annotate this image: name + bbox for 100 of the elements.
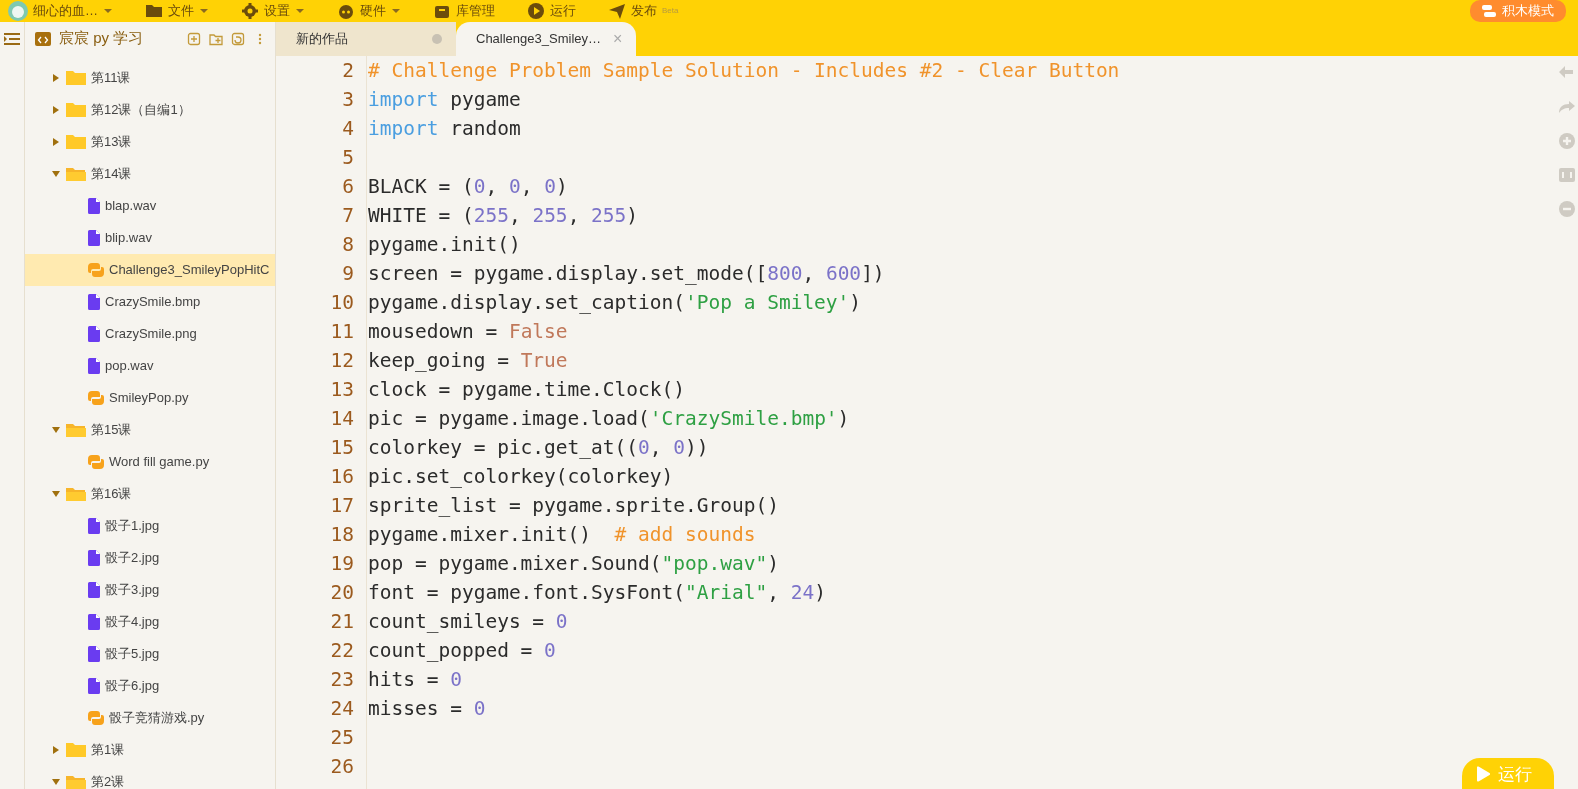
tree-item[interactable]: 第14课 bbox=[25, 157, 275, 190]
code-window-icon bbox=[35, 31, 51, 46]
line-number: 21 bbox=[329, 608, 354, 635]
refresh-icon[interactable] bbox=[231, 31, 245, 46]
menu-item[interactable]: 文件 bbox=[141, 0, 213, 21]
tree-item[interactable]: 骰子1.jpg bbox=[25, 509, 275, 542]
code-line: pygame.mixer.init() # add sounds bbox=[367, 521, 757, 548]
code-line: import random bbox=[367, 115, 522, 142]
file-icon bbox=[88, 549, 100, 566]
tree-item[interactable]: CrazySmile.png bbox=[25, 317, 275, 350]
tree-item[interactable]: pop.wav bbox=[25, 349, 275, 382]
menu-item[interactable]: 硬件 bbox=[333, 0, 405, 21]
code-line: font = pygame.font.SysFont("Arial", 24) bbox=[367, 579, 827, 606]
folder-icon bbox=[66, 101, 86, 118]
tree-item[interactable]: 第16课 bbox=[25, 477, 275, 510]
tree-item[interactable]: 骰子3.jpg bbox=[25, 573, 275, 606]
user-menu[interactable]: 细心的血… bbox=[4, 0, 117, 21]
line-number: 7 bbox=[341, 202, 354, 229]
tree-item[interactable]: 第12课（自编1） bbox=[25, 93, 275, 126]
tree-item[interactable]: 第1课 bbox=[25, 733, 275, 766]
tree-item[interactable]: 第11课 bbox=[25, 61, 275, 94]
code-line: pop = pygame.mixer.Sound("pop.wav") bbox=[367, 550, 780, 577]
code-line: colorkey = pic.get_at((0, 0)) bbox=[367, 434, 710, 461]
folder-icon bbox=[66, 133, 86, 150]
line-number: 5 bbox=[341, 144, 354, 171]
code-line: pic = pygame.image.load('CrazySmile.bmp') bbox=[367, 405, 851, 432]
code-line: BLACK = (0, 0, 0) bbox=[367, 173, 569, 200]
file-icon bbox=[88, 517, 100, 534]
tree-item[interactable]: blip.wav bbox=[25, 221, 275, 254]
tree-item[interactable]: 骰子6.jpg bbox=[25, 669, 275, 702]
code-line: sprite_list = pygame.sprite.Group() bbox=[367, 492, 780, 519]
line-number: 26 bbox=[329, 753, 354, 780]
code-line: pygame.display.set_caption('Pop a Smiley') bbox=[367, 289, 863, 316]
line-number: 20 bbox=[329, 579, 354, 606]
folder-icon bbox=[66, 773, 86, 789]
line-number: 18 bbox=[329, 521, 354, 548]
new-file-icon[interactable] bbox=[187, 31, 201, 46]
tree-item[interactable]: CrazySmile.bmp bbox=[25, 285, 275, 318]
menu-item[interactable]: 设置 bbox=[237, 0, 309, 21]
code-line: count_smileys = 0 bbox=[367, 608, 569, 635]
code-line: pic.set_colorkey(colorkey) bbox=[367, 463, 675, 490]
line-number: 23 bbox=[329, 666, 354, 693]
line-number: 10 bbox=[329, 289, 354, 316]
file-icon bbox=[88, 357, 100, 374]
python-icon bbox=[88, 709, 104, 726]
zoom-out-icon[interactable] bbox=[1558, 199, 1576, 218]
line-number: 4 bbox=[341, 115, 354, 142]
editor-tab[interactable]: Challenge3_Smiley… × bbox=[456, 21, 637, 56]
line-number: 9 bbox=[341, 260, 354, 287]
tree-item[interactable]: 骰子4.jpg bbox=[25, 605, 275, 638]
python-icon bbox=[88, 261, 104, 278]
code-line: count_popped = 0 bbox=[367, 637, 557, 664]
file-icon bbox=[88, 613, 100, 630]
tree-item[interactable]: Challenge3_SmileyPopHitC bbox=[25, 253, 275, 286]
menu-item[interactable]: 发布 Beta bbox=[604, 0, 683, 21]
code-line: screen = pygame.display.set_mode([800, 600]) bbox=[367, 260, 886, 287]
folder-icon bbox=[66, 165, 86, 182]
code-line: clock = pygame.time.Clock() bbox=[367, 376, 686, 403]
tree-item[interactable]: 骰子竞猜游戏.py bbox=[25, 701, 275, 734]
tree-item[interactable]: 第2课 bbox=[25, 765, 275, 789]
code-line: pygame.init() bbox=[367, 231, 522, 258]
line-number: 8 bbox=[341, 231, 354, 258]
code-line: import pygame bbox=[367, 86, 522, 113]
code-line: # Challenge Problem Sample Solution - Includes #2 - Clear Button bbox=[367, 57, 1121, 84]
folder-icon bbox=[66, 421, 86, 438]
line-number: 3 bbox=[341, 86, 354, 113]
tree-item[interactable]: 第13课 bbox=[25, 125, 275, 158]
editor-tab[interactable]: 新的作品 bbox=[276, 21, 456, 56]
menu-icon[interactable] bbox=[4, 31, 20, 46]
tree-item[interactable]: Word fill game.py bbox=[25, 445, 275, 478]
new-folder-icon[interactable] bbox=[209, 31, 223, 46]
play-icon bbox=[1476, 766, 1490, 783]
tree-item[interactable]: 骰子2.jpg bbox=[25, 541, 275, 574]
tree-item[interactable]: SmileyPop.py bbox=[25, 381, 275, 414]
line-number: 15 bbox=[329, 434, 354, 461]
line-number: 14 bbox=[329, 405, 354, 432]
line-number: 12 bbox=[329, 347, 354, 374]
line-number: 2 bbox=[341, 57, 354, 84]
blocks-icon bbox=[1482, 4, 1496, 17]
paper-plane-icon bbox=[608, 1, 626, 20]
tree-item[interactable]: 第15课 bbox=[25, 413, 275, 446]
folder-icon bbox=[66, 485, 86, 502]
line-number: 22 bbox=[329, 637, 354, 664]
tree-item[interactable]: blap.wav bbox=[25, 189, 275, 222]
python-icon bbox=[88, 389, 104, 406]
line-number: 24 bbox=[329, 695, 354, 722]
fit-icon[interactable] bbox=[1558, 165, 1576, 184]
tree-item[interactable]: 骰子5.jpg bbox=[25, 637, 275, 670]
menu-item[interactable]: 库管理 bbox=[429, 0, 499, 21]
code-line: keep_going = True bbox=[367, 347, 569, 374]
beta-label: Beta bbox=[662, 4, 679, 17]
zoom-in-icon[interactable] bbox=[1558, 131, 1576, 150]
menu-item[interactable]: 运行 bbox=[523, 0, 580, 21]
file-icon bbox=[88, 293, 100, 310]
line-number: 25 bbox=[329, 724, 354, 751]
file-icon bbox=[88, 645, 100, 662]
line-number: 17 bbox=[329, 492, 354, 519]
code-line: mousedown = False bbox=[367, 318, 569, 345]
line-number: 11 bbox=[329, 318, 354, 345]
line-number: 16 bbox=[329, 463, 354, 490]
